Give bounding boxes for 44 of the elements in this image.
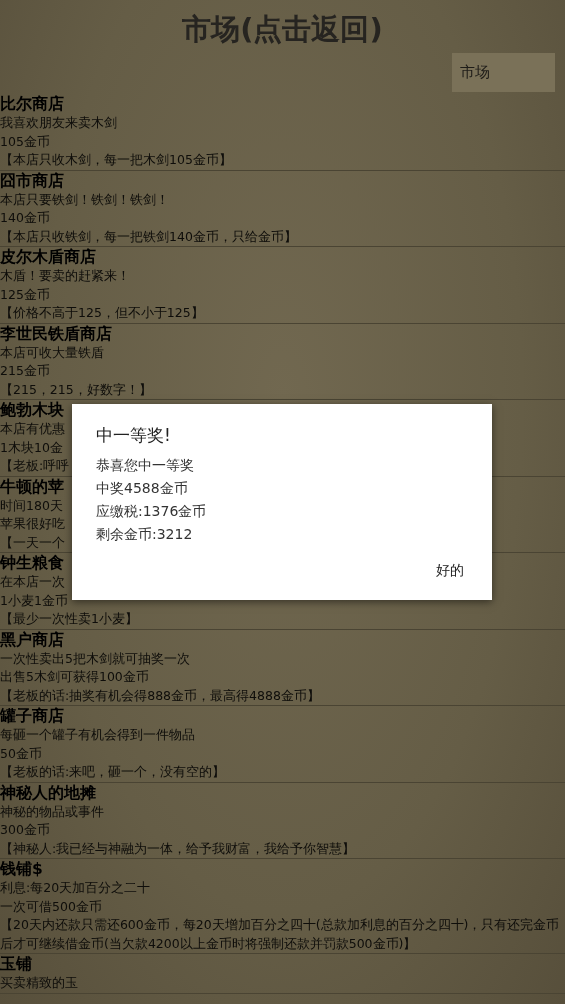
shop-name[interactable]: 囧市商店 bbox=[0, 170, 64, 191]
shop-name[interactable]: 罐子商店 bbox=[0, 706, 64, 726]
shop-text: 【老板:呼呼 bbox=[0, 457, 70, 475]
shop-text: 买卖精致的玉 bbox=[0, 974, 78, 992]
shop-name[interactable]: 玉铺 bbox=[0, 954, 32, 974]
market-button[interactable]: 市场 bbox=[452, 53, 555, 92]
shop-name[interactable]: 黑户商店 bbox=[0, 629, 64, 650]
shop-text: 300金币 bbox=[0, 821, 50, 839]
shop-text: 【215，215，好数字！】 bbox=[0, 380, 152, 399]
shop-text: 木盾！要卖的赶紧来！ bbox=[0, 267, 130, 285]
page-title[interactable]: 市场(点击返回) bbox=[182, 10, 383, 50]
shop-text: 本店只要铁剑！铁剑！铁剑！ bbox=[0, 190, 169, 209]
shop-text: 105金币 bbox=[0, 132, 50, 151]
shop-name[interactable]: 钱铺$ bbox=[0, 859, 43, 879]
shop-text: 【20天内还款只需还600金币，每20天增加百分之四十(总款加利息的百分之四十)，只有还完金币后才可继续借金币(当欠款4200以上金币时将强制还款并罚款500金币)】 bbox=[0, 916, 561, 953]
shop-name[interactable]: 神秘人的地摊 bbox=[0, 782, 96, 803]
dialog-text: 应缴税:1376金币 bbox=[96, 502, 207, 521]
dialog-title: 中一等奖! bbox=[96, 424, 171, 446]
shop-text: 50金币 bbox=[0, 744, 42, 763]
shop-text: 出售5木剑可获得100金币 bbox=[0, 668, 149, 686]
dialog-text: 中奖4588金币 bbox=[96, 479, 188, 498]
shop-name[interactable]: 鲍勃木块 bbox=[0, 400, 64, 420]
shop-text: 神秘的物品或事件 bbox=[0, 802, 104, 821]
ok-button[interactable]: 好的 bbox=[432, 558, 468, 584]
shop-text: 140金币 bbox=[0, 209, 50, 227]
shop-text: 1木块10金 bbox=[0, 438, 63, 457]
shop-name[interactable]: 李世民铁盾商店 bbox=[0, 323, 112, 344]
dialog-text: 剩余金币:3212 bbox=[96, 525, 193, 544]
shop-name[interactable]: 皮尔木盾商店 bbox=[0, 247, 96, 267]
shop-name[interactable]: 钟生粮食 bbox=[0, 553, 64, 573]
shop-text: 时间180天 bbox=[0, 496, 63, 515]
shop-text: 1小麦1金币 bbox=[0, 591, 68, 610]
shop-text: 215金币 bbox=[0, 362, 50, 380]
shop-text: 我喜欢朋友来卖木剑 bbox=[0, 114, 117, 132]
shop-text: 【老板的话:抽奖有机会得888金币，最高得4888金币】 bbox=[0, 686, 320, 705]
shop-name[interactable]: 牛顿的苹 bbox=[0, 476, 64, 497]
shop-text: 苹果很好吃 bbox=[0, 515, 65, 533]
shop-name[interactable]: 比尔商店 bbox=[0, 94, 64, 114]
shop-text: 本店有优惠 bbox=[0, 420, 65, 438]
dialog-text: 恭喜您中一等奖 bbox=[96, 456, 194, 475]
shop-text: 【价格不高于125，但不小于125】 bbox=[0, 304, 204, 322]
shop-text: 利息:每20天加百分之二十 bbox=[0, 879, 151, 897]
shop-text: 125金币 bbox=[0, 285, 50, 304]
shop-text: 本店可收大量铁盾 bbox=[0, 343, 104, 362]
